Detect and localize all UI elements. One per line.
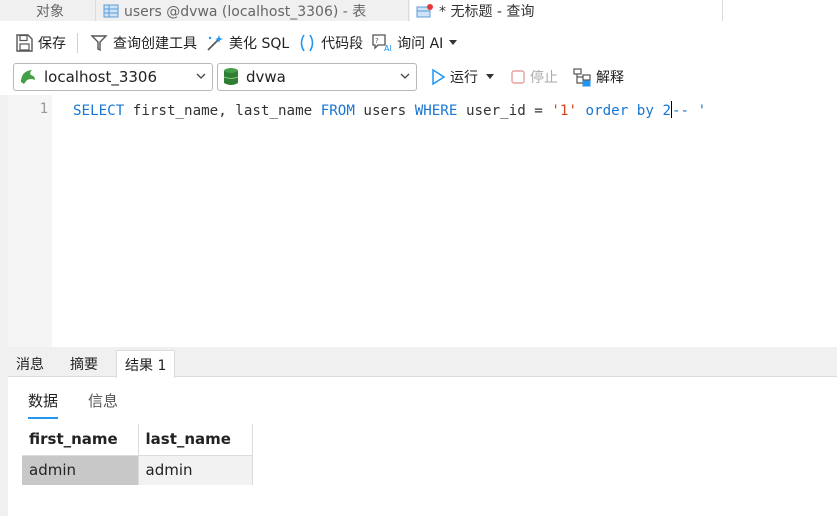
ask-ai-label: 询问 AI (397, 36, 444, 52)
tab-objects-label: 对象 (36, 3, 64, 20)
tab-users-table[interactable]: users @dvwa (localhost_3306) - 表 (97, 0, 409, 21)
tab-summary[interactable]: 摘要 (62, 350, 106, 378)
chevron-down-icon (196, 73, 206, 79)
sql-keyword: SELECT (73, 103, 125, 119)
sql-number: 2 (662, 103, 671, 119)
table-icon (103, 4, 119, 17)
explain-label: 解释 (596, 70, 624, 86)
sql-keyword: FROM (320, 103, 355, 119)
explain-button[interactable]: 解释 (568, 65, 628, 89)
sql-text: users (354, 103, 415, 119)
chevron-down-icon (486, 74, 494, 79)
database-icon (223, 68, 239, 85)
connection-select[interactable]: localhost_3306 (13, 63, 213, 91)
parentheses-icon (300, 34, 314, 52)
svg-text:?: ? (375, 37, 379, 45)
magic-wand-icon (207, 35, 223, 51)
query-icon (416, 3, 433, 17)
main-toolbar: 保存 查询创建工具 美化 SQL 代码段 ? AI 询问 AI (0, 29, 837, 57)
tab-objects[interactable]: 对象 (0, 0, 96, 21)
sql-code-line[interactable]: SELECT first_name, last_name FROM users … (73, 101, 706, 119)
tab-summary-label: 摘要 (70, 357, 98, 373)
tab-messages[interactable]: 消息 (8, 350, 52, 378)
column-header-first-name[interactable]: first_name (22, 424, 139, 456)
subtab-info[interactable]: 信息 (88, 390, 118, 417)
toolbar-divider (77, 33, 78, 53)
beautify-sql-label: 美化 SQL (229, 36, 290, 52)
sql-text: user_id = (457, 103, 552, 119)
connection-toolbar: localhost_3306 dvwa 运行 停止 解释 (0, 63, 837, 91)
save-icon (16, 34, 33, 52)
grid-cell-last-name[interactable]: admin (138, 455, 253, 485)
sql-keyword: WHERE (414, 103, 458, 119)
column-header-last-name[interactable]: last_name (138, 424, 253, 456)
line-gutter: 1 (8, 95, 52, 347)
ask-ai-button[interactable]: ? AI 询问 AI (367, 31, 465, 55)
stop-icon (511, 70, 525, 84)
tab-messages-label: 消息 (16, 357, 44, 373)
query-builder-icon (90, 35, 108, 52)
chevron-down-icon (449, 40, 458, 45)
database-selected: dvwa (246, 68, 286, 86)
subtab-data-label: 数据 (28, 392, 59, 410)
beautify-sql-button[interactable]: 美化 SQL (201, 31, 293, 55)
result-subtabs: 数据 信息 (8, 380, 837, 420)
tab-bar: 对象 users @dvwa (localhost_3306) - 表 * 无标… (0, 0, 837, 21)
sql-string: '1' (551, 103, 577, 119)
stop-button[interactable]: 停止 (506, 65, 562, 89)
sql-keyword: order by (585, 103, 654, 119)
query-builder-button[interactable]: 查询创建工具 (85, 31, 201, 55)
left-edge (0, 95, 8, 516)
chevron-down-icon (400, 73, 410, 79)
sql-comment: -- ' (671, 103, 707, 119)
tab-result-label: 结果 1 (125, 357, 167, 374)
ai-chat-icon: ? AI (372, 34, 392, 53)
subtab-info-label: 信息 (88, 392, 119, 410)
sql-editor[interactable]: 1 SELECT first_name, last_name FROM user… (8, 95, 837, 347)
query-builder-label: 查询创建工具 (113, 36, 197, 52)
tab-result-1[interactable]: 结果 1 (116, 350, 176, 378)
svg-text:AI: AI (384, 44, 392, 53)
code-snippet-label: 代码段 (321, 36, 364, 52)
save-label: 保存 (38, 36, 66, 52)
tab-query-label: * 无标题 - 查询 (439, 3, 535, 20)
play-icon (432, 68, 446, 86)
stop-label: 停止 (530, 70, 558, 86)
result-panel-tabs: 消息 摘要 结果 1 (8, 347, 837, 378)
explain-icon (573, 68, 591, 87)
tab-query[interactable]: * 无标题 - 查询 (410, 0, 722, 21)
dolphin-icon (21, 70, 35, 84)
sql-text: first_name, last_name (124, 103, 321, 119)
subtab-data[interactable]: 数据 (28, 390, 59, 419)
grid-cell-first-name[interactable]: admin (22, 455, 139, 485)
code-snippet-button[interactable]: 代码段 (293, 31, 367, 55)
grid-header-row: first_name last_name (22, 424, 253, 456)
run-button[interactable]: 运行 (426, 65, 502, 89)
database-select[interactable]: dvwa (217, 63, 417, 91)
save-button[interactable]: 保存 (10, 31, 70, 55)
result-grid: first_name last_name admin admin (22, 424, 253, 485)
run-label: 运行 (450, 70, 478, 86)
line-number: 1 (39, 101, 48, 117)
tab-bar-empty (722, 0, 837, 21)
table-row[interactable]: admin admin (22, 455, 253, 485)
connection-selected: localhost_3306 (44, 68, 158, 86)
tab-users-label: users @dvwa (localhost_3306) - 表 (124, 3, 367, 20)
